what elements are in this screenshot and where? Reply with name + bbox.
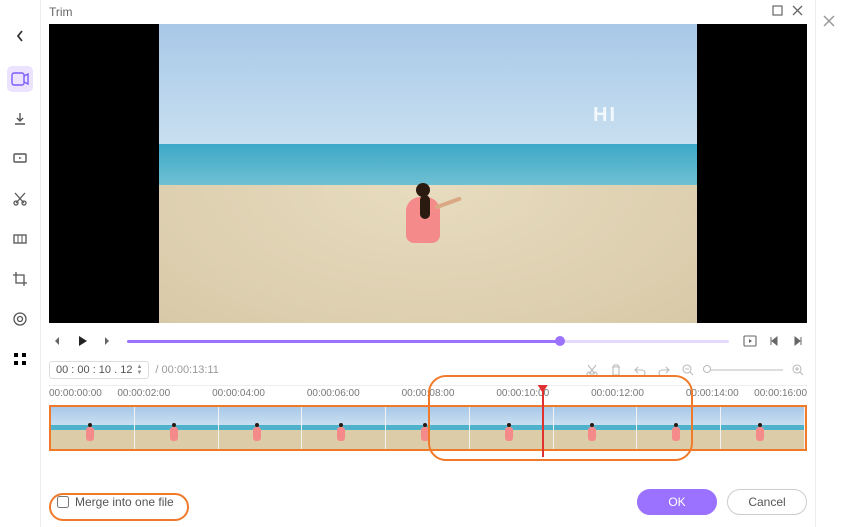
tool-crop[interactable] — [7, 266, 33, 292]
progress-knob[interactable] — [555, 336, 565, 346]
zoom-in-icon[interactable] — [789, 361, 807, 379]
ruler-tick: 00:00:06:00 — [307, 388, 360, 399]
play-icon[interactable] — [73, 332, 91, 350]
timeline-thumbnail[interactable] — [135, 407, 219, 449]
timeline-ruler[interactable]: 00:00:00:00 00:00:02:00 00:00:04:00 00:00:0… — [49, 385, 807, 403]
skip-end-icon[interactable] — [789, 332, 807, 350]
video-preview[interactable]: HI — [49, 24, 807, 323]
ruler-tick: 00:00:12:00 — [591, 388, 644, 399]
zoom-slider[interactable] — [703, 369, 783, 371]
footer: Merge into one file OK Cancel — [49, 487, 807, 517]
progress-bar[interactable] — [127, 340, 729, 343]
tool-cut[interactable] — [7, 186, 33, 212]
timeline-thumbnail[interactable] — [721, 407, 805, 449]
timeline-thumbnail[interactable] — [51, 407, 135, 449]
play-segment-icon[interactable] — [741, 332, 759, 350]
close-icon[interactable] — [787, 5, 807, 19]
playback-controls — [49, 327, 807, 355]
ruler-tick: 00:00:16:00 — [754, 388, 807, 399]
overlay-text: HI — [593, 104, 617, 127]
back-icon[interactable] — [15, 29, 25, 46]
delete-icon[interactable] — [607, 361, 625, 379]
timeline-playhead[interactable] — [542, 387, 544, 457]
zoom-out-icon[interactable] — [679, 361, 697, 379]
sidebar — [0, 25, 40, 527]
trim-modal: Trim HI — [40, 0, 816, 527]
merge-checkbox-input[interactable] — [57, 496, 69, 508]
undo-icon[interactable] — [631, 361, 649, 379]
video-frame: HI — [159, 24, 697, 323]
split-icon[interactable] — [583, 361, 601, 379]
time-step-down-icon[interactable]: ▼ — [136, 370, 142, 376]
titlebar: Trim — [41, 0, 815, 24]
tool-download[interactable] — [7, 106, 33, 132]
app-window: Trim HI — [0, 0, 850, 527]
current-time-input[interactable]: 00 : 00 : 10 . 12 ▲ ▼ — [49, 361, 149, 379]
ruler-tick: 00:00:04:00 — [212, 388, 265, 399]
cancel-button[interactable]: Cancel — [727, 489, 807, 515]
ruler-tick: 00:00:14:00 — [686, 388, 739, 399]
timeline[interactable] — [49, 403, 807, 453]
tool-media[interactable] — [7, 66, 33, 92]
current-time-value: 00 : 00 : 10 . 12 — [56, 364, 132, 376]
timeline-thumbnail[interactable] — [386, 407, 470, 449]
timeline-thumbnail[interactable] — [219, 407, 303, 449]
ruler-tick: 00:00:02:00 — [117, 388, 170, 399]
maximize-icon[interactable] — [767, 5, 787, 19]
skip-start-icon[interactable] — [765, 332, 783, 350]
window-title: Trim — [49, 5, 73, 19]
progress-fill — [127, 340, 560, 343]
timeline-thumbnail[interactable] — [637, 407, 721, 449]
tool-effect[interactable] — [7, 306, 33, 332]
prev-frame-icon[interactable] — [49, 332, 67, 350]
redo-icon[interactable] — [655, 361, 673, 379]
ok-button[interactable]: OK — [637, 489, 717, 515]
next-frame-icon[interactable] — [97, 332, 115, 350]
zoom-control — [679, 361, 807, 379]
merge-label: Merge into one file — [75, 495, 174, 509]
tool-aspect[interactable] — [7, 226, 33, 252]
timeline-clip[interactable] — [49, 405, 807, 451]
merge-checkbox[interactable]: Merge into one file — [49, 491, 182, 513]
zoom-knob[interactable] — [703, 365, 711, 373]
outer-close-icon[interactable] — [822, 14, 836, 33]
timeline-thumbnail[interactable] — [554, 407, 638, 449]
tool-grid[interactable] — [7, 346, 33, 372]
tool-display[interactable] — [7, 146, 33, 172]
timeline-thumbnail[interactable] — [302, 407, 386, 449]
ruler-tick: 00:00:08:00 — [402, 388, 455, 399]
time-row: 00 : 00 : 10 . 12 ▲ ▼ / 00:00:13:11 — [49, 357, 807, 383]
ruler-tick: 00:00:00:00 — [49, 388, 102, 399]
total-duration: / 00:00:13:11 — [155, 364, 218, 376]
